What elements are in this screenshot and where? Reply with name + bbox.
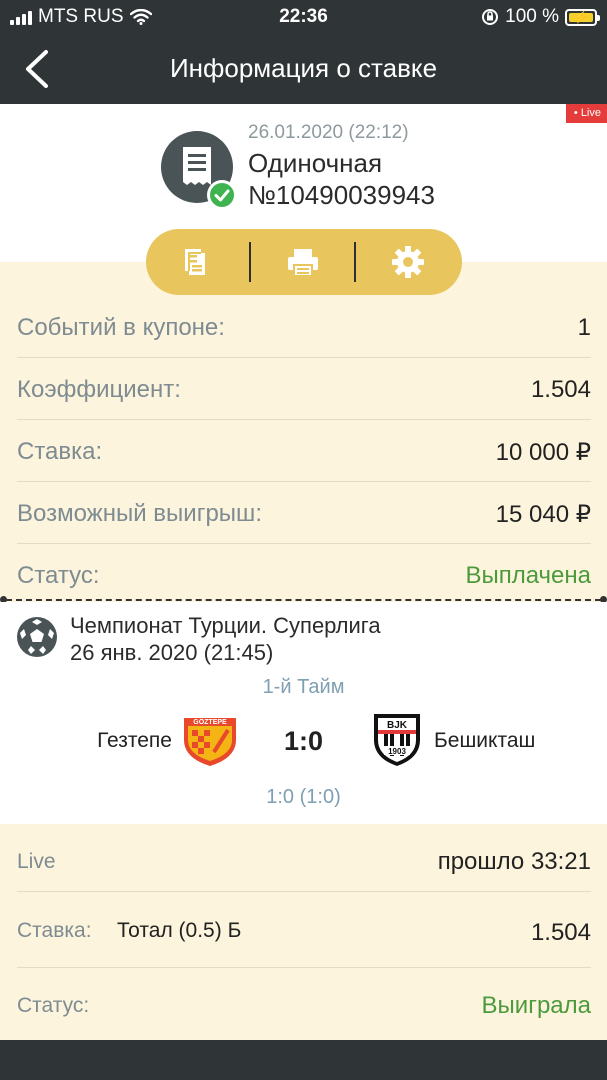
row-label: Возможный выигрыш:: [17, 500, 262, 527]
bet-status-row: Статус: Выплачена: [17, 544, 591, 606]
action-bar: [146, 229, 462, 295]
check-circle-icon: [207, 180, 237, 210]
match-date: 26 янв. 2020 (21:45): [70, 640, 274, 665]
bet-type: Одиночная: [248, 148, 383, 178]
row-label: Ставка:: [17, 919, 92, 942]
soccer-ball-icon: [17, 617, 57, 657]
bottom-bar: [0, 1040, 607, 1080]
bet-number: №10490039943: [248, 180, 435, 210]
action-divider: [249, 242, 251, 282]
svg-text:BJK: BJK: [387, 720, 408, 731]
action-divider: [354, 242, 356, 282]
orientation-lock-icon: [482, 9, 499, 25]
row-value: 1: [577, 314, 591, 341]
team-away-name: Бешикташ: [434, 729, 536, 752]
row-value: 15 040 ₽: [495, 501, 591, 528]
league-name: Чемпионат Турции. Суперлига: [70, 613, 381, 638]
settings-button[interactable]: [358, 229, 458, 295]
events-count-row: Событий в купоне: 1: [17, 296, 591, 358]
battery-charging-icon: ⚡: [565, 8, 600, 26]
row-value: 1.504: [530, 919, 591, 946]
bet-market-row: Ставка: Тотал (0.5) Б 1.504: [17, 892, 591, 968]
event-status-row: Статус: Выиграла: [17, 968, 591, 1038]
elapsed-time: прошло 33:21: [437, 848, 591, 875]
page-title: Информация о ставке: [169, 53, 438, 83]
battery-percent: 100 %: [505, 6, 559, 27]
row-label: Коэффициент:: [17, 376, 181, 403]
bet-market: Тотал (0.5) Б: [117, 919, 242, 942]
row-value: 1.504: [530, 376, 591, 403]
besiktas-logo: BJK 1903: [374, 714, 420, 766]
row-label: Статус:: [17, 994, 90, 1017]
document-button[interactable]: [146, 229, 246, 295]
bet-date: 26.01.2020 (22:12): [248, 122, 409, 143]
svg-text:1903: 1903: [388, 747, 406, 756]
print-button[interactable]: [253, 229, 353, 295]
live-badge: • Live: [565, 104, 607, 123]
row-value: 10 000 ₽: [495, 439, 591, 466]
row-label: Статус:: [17, 562, 100, 589]
live-row: Live прошло 33:21: [17, 826, 591, 892]
status-value: Выплачена: [465, 562, 591, 589]
row-label: Событий в купоне:: [17, 314, 225, 341]
live-label: Live: [17, 850, 56, 873]
document-icon: [185, 249, 205, 275]
row-label: Ставка:: [17, 438, 103, 465]
gear-icon: [392, 246, 424, 278]
stake-row: Ставка: 10 000 ₽: [17, 420, 591, 482]
status-value: Выиграла: [481, 992, 591, 1019]
printer-icon: [288, 249, 318, 277]
header-bar: Информация о ставке: [0, 34, 607, 104]
half-score: 1:0 (1:0): [266, 786, 341, 808]
status-bar-right: 100 % ⚡: [481, 6, 600, 28]
possible-win-row: Возможный выигрыш: 15 040 ₽: [17, 482, 591, 544]
bet-details: • Live 26.01.2020 (22:12) Одиночная №104…: [0, 104, 607, 1040]
coefficient-row: Коэффициент: 1.504: [17, 358, 591, 420]
match-period: 1-й Тайм: [262, 676, 345, 698]
svg-text:GÖZTEPE: GÖZTEPE: [193, 717, 227, 726]
status-bar: MTS RUS 22:36 100 % ⚡: [0, 0, 607, 34]
match-card[interactable]: Чемпионат Турции. Суперлига 26 янв. 2020…: [0, 602, 607, 824]
